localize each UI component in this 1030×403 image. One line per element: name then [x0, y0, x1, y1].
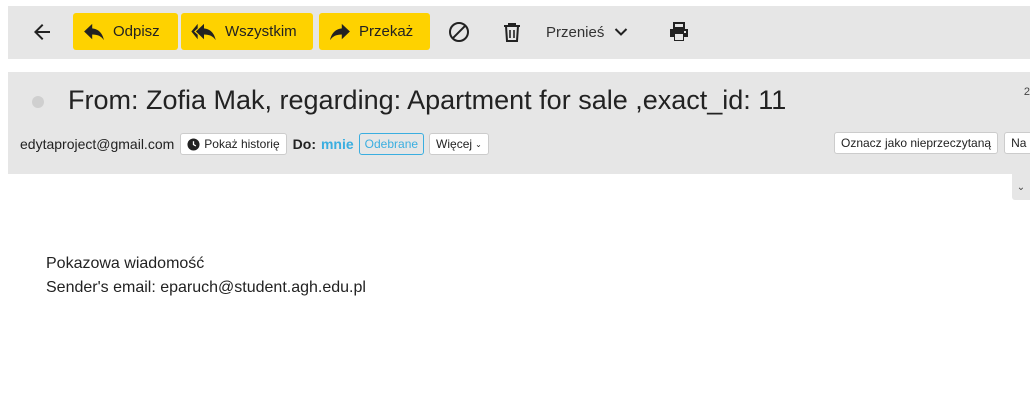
body-line: Sender's email: eparuch@student.agh.edu.… — [46, 279, 366, 296]
more-label: Więcej — [436, 137, 473, 151]
to-label: Do: — [292, 136, 316, 152]
chevron-down-icon: ⌄ — [1016, 181, 1026, 193]
show-history-label: Pokaż historię — [204, 137, 280, 151]
message-toolbar: Odpisz Wszystkim Przekaż Przenieś — [8, 6, 1030, 59]
reply-button[interactable]: Odpisz — [73, 13, 178, 50]
back-button[interactable] — [30, 20, 54, 44]
more-button[interactable]: Więcej ⌄ — [429, 133, 489, 155]
forward-icon — [330, 23, 350, 40]
print-button[interactable] — [667, 20, 691, 44]
truncated-action-button[interactable]: Na — [1004, 132, 1030, 154]
reply-label: Odpisz — [113, 23, 160, 40]
printer-icon — [670, 22, 688, 41]
block-icon — [449, 22, 469, 42]
sender-email[interactable]: edytaproject@gmail.com — [20, 136, 174, 152]
forward-label: Przekaż — [359, 23, 414, 40]
header-actions: Oznacz jako nieprzeczytaną Na — [834, 132, 1030, 154]
spam-button[interactable] — [447, 20, 471, 44]
message-header: From: Zofia Mak, regarding: Apartment fo… — [8, 72, 1030, 174]
clock-icon — [187, 137, 200, 151]
mark-unread-button[interactable]: Oznacz jako nieprzeczytaną — [834, 132, 999, 154]
message-subject: From: Zofia Mak, regarding: Apartment fo… — [68, 85, 787, 115]
chevron-down-icon: ⌄ — [475, 139, 482, 149]
corner-text: 2 — [1023, 86, 1030, 98]
message-body: Pokazowa wiadomość Sender's email: eparu… — [46, 252, 366, 300]
chevron-down-icon — [615, 28, 628, 36]
to-recipient[interactable]: mnie — [321, 136, 354, 152]
reply-all-label: Wszystkim — [225, 23, 297, 40]
unread-dot-icon[interactable] — [32, 96, 44, 108]
reply-all-button[interactable]: Wszystkim — [181, 13, 313, 50]
arrow-left-icon — [34, 24, 50, 40]
move-label: Przenieś — [546, 23, 605, 41]
delete-button[interactable] — [500, 20, 524, 44]
collapse-header-button[interactable]: ⌄ — [1012, 174, 1030, 200]
trash-icon — [504, 23, 520, 42]
message-meta: edytaproject@gmail.com Pokaż historię Do… — [20, 132, 489, 156]
show-history-button[interactable]: Pokaż historię — [180, 133, 287, 155]
reply-icon — [84, 23, 104, 40]
reply-all-icon — [191, 23, 216, 40]
move-dropdown[interactable]: Przenieś — [546, 20, 628, 44]
forward-button[interactable]: Przekaż — [319, 13, 430, 50]
body-line: Pokazowa wiadomość — [46, 255, 205, 272]
folder-badge: Odebrane — [358, 133, 425, 155]
